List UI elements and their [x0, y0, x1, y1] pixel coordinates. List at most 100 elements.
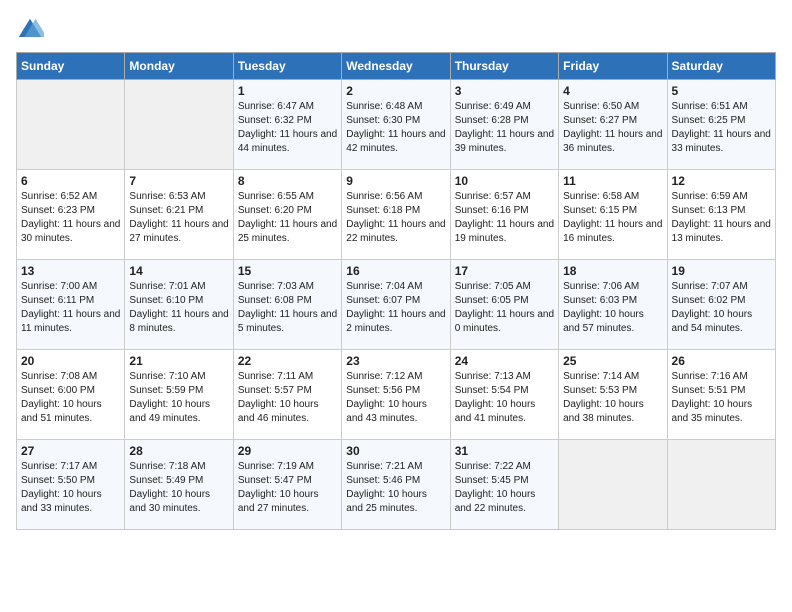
cell-info: Sunset: 6:15 PM: [563, 204, 662, 218]
calendar-cell: 19Sunrise: 7:07 AMSunset: 6:02 PMDayligh…: [667, 260, 775, 350]
calendar-cell: 17Sunrise: 7:05 AMSunset: 6:05 PMDayligh…: [450, 260, 558, 350]
cell-info: Sunrise: 7:11 AM: [238, 370, 337, 384]
cell-info: Sunrise: 7:06 AM: [563, 280, 662, 294]
cell-info: Sunset: 5:45 PM: [455, 474, 554, 488]
cell-info: Sunset: 6:08 PM: [238, 294, 337, 308]
calendar-cell: 26Sunrise: 7:16 AMSunset: 5:51 PMDayligh…: [667, 350, 775, 440]
calendar-cell: 5Sunrise: 6:51 AMSunset: 6:25 PMDaylight…: [667, 80, 775, 170]
cell-info: Sunset: 6:20 PM: [238, 204, 337, 218]
day-number: 8: [238, 174, 337, 188]
day-number: 3: [455, 84, 554, 98]
cell-info: Sunrise: 6:56 AM: [346, 190, 445, 204]
calendar-cell: 6Sunrise: 6:52 AMSunset: 6:23 PMDaylight…: [17, 170, 125, 260]
day-number: 29: [238, 444, 337, 458]
calendar-cell: 24Sunrise: 7:13 AMSunset: 5:54 PMDayligh…: [450, 350, 558, 440]
cell-info: Sunrise: 7:21 AM: [346, 460, 445, 474]
weekday-header: Saturday: [667, 53, 775, 80]
cell-info: Daylight: 11 hours and 39 minutes.: [455, 128, 554, 156]
day-number: 4: [563, 84, 662, 98]
cell-info: Sunset: 6:07 PM: [346, 294, 445, 308]
calendar-cell: 15Sunrise: 7:03 AMSunset: 6:08 PMDayligh…: [233, 260, 341, 350]
cell-info: Sunset: 5:51 PM: [672, 384, 771, 398]
cell-info: Sunrise: 7:00 AM: [21, 280, 120, 294]
calendar-cell: 29 Sunrise: 7:19 AMSunset: 5:47 PMDayligh…: [233, 440, 341, 530]
cell-info: Sunrise: 6:53 AM: [129, 190, 228, 204]
calendar-cell: [17, 80, 125, 170]
calendar: SundayMondayTuesdayWednesdayThursdayFrid…: [16, 52, 776, 530]
cell-info: Daylight: 10 hours and 30 minutes.: [129, 488, 228, 516]
page-header: [16, 16, 776, 44]
day-number: 31: [455, 444, 554, 458]
day-number: 17: [455, 264, 554, 278]
cell-info: Sunrise: 6:58 AM: [563, 190, 662, 204]
calendar-cell: 31Sunrise: 7:22 AMSunset: 5:45 PMDayligh…: [450, 440, 558, 530]
day-number: 15: [238, 264, 337, 278]
cell-info: Daylight: 11 hours and 30 minutes.: [21, 218, 120, 246]
day-number: 9: [346, 174, 445, 188]
cell-info: Sunrise: 7:19 AM: [238, 460, 337, 474]
day-number: 6: [21, 174, 120, 188]
day-number: 25: [563, 354, 662, 368]
cell-info: Daylight: 11 hours and 16 minutes.: [563, 218, 662, 246]
cell-info: Daylight: 11 hours and 11 minutes.: [21, 308, 120, 336]
cell-info: Sunrise: 6:47 AM: [238, 100, 337, 114]
weekday-header: Monday: [125, 53, 233, 80]
weekday-row: SundayMondayTuesdayWednesdayThursdayFrid…: [17, 53, 776, 80]
cell-info: Sunrise: 7:22 AM: [455, 460, 554, 474]
cell-info: Daylight: 11 hours and 19 minutes.: [455, 218, 554, 246]
cell-info: Sunrise: 7:16 AM: [672, 370, 771, 384]
cell-info: Daylight: 10 hours and 57 minutes.: [563, 308, 662, 336]
cell-info: Sunset: 6:21 PM: [129, 204, 228, 218]
calendar-week: 20Sunrise: 7:08 AMSunset: 6:00 PMDayligh…: [17, 350, 776, 440]
cell-info: Sunrise: 7:05 AM: [455, 280, 554, 294]
cell-info: Sunrise: 6:51 AM: [672, 100, 771, 114]
day-number: 30: [346, 444, 445, 458]
cell-info: Daylight: 11 hours and 13 minutes.: [672, 218, 771, 246]
calendar-cell: 30Sunrise: 7:21 AMSunset: 5:46 PMDayligh…: [342, 440, 450, 530]
cell-info: Sunrise: 7:18 AM: [129, 460, 228, 474]
day-number: 27: [21, 444, 120, 458]
cell-info: Sunrise: 6:52 AM: [21, 190, 120, 204]
cell-info: Sunrise: 7:08 AM: [21, 370, 120, 384]
weekday-header: Sunday: [17, 53, 125, 80]
cell-info: Daylight: 10 hours and 54 minutes.: [672, 308, 771, 336]
calendar-week: 1Sunrise: 6:47 AMSunset: 6:32 PMDaylight…: [17, 80, 776, 170]
cell-info: Sunset: 6:27 PM: [563, 114, 662, 128]
cell-info: Daylight: 11 hours and 22 minutes.: [346, 218, 445, 246]
cell-info: Daylight: 11 hours and 33 minutes.: [672, 128, 771, 156]
cell-info: Daylight: 11 hours and 25 minutes.: [238, 218, 337, 246]
calendar-header: SundayMondayTuesdayWednesdayThursdayFrid…: [17, 53, 776, 80]
day-number: 24: [455, 354, 554, 368]
cell-info: Sunset: 6:18 PM: [346, 204, 445, 218]
day-number: 19: [672, 264, 771, 278]
day-number: 21: [129, 354, 228, 368]
calendar-cell: 13Sunrise: 7:00 AMSunset: 6:11 PMDayligh…: [17, 260, 125, 350]
cell-info: Daylight: 10 hours and 27 minutes.: [238, 488, 337, 516]
cell-info: Daylight: 10 hours and 35 minutes.: [672, 398, 771, 426]
day-number: 22: [238, 354, 337, 368]
cell-info: Daylight: 10 hours and 33 minutes.: [21, 488, 120, 516]
weekday-header: Friday: [559, 53, 667, 80]
calendar-cell: 27Sunrise: 7:17 AMSunset: 5:50 PMDayligh…: [17, 440, 125, 530]
cell-info: Sunset: 5:47 PM: [238, 474, 337, 488]
calendar-cell: 11Sunrise: 6:58 AMSunset: 6:15 PMDayligh…: [559, 170, 667, 260]
cell-info: Sunrise: 7:12 AM: [346, 370, 445, 384]
cell-info: Sunset: 6:10 PM: [129, 294, 228, 308]
cell-info: Daylight: 10 hours and 38 minutes.: [563, 398, 662, 426]
cell-info: Sunset: 5:46 PM: [346, 474, 445, 488]
cell-info: Sunrise: 7:17 AM: [21, 460, 120, 474]
cell-info: Daylight: 10 hours and 43 minutes.: [346, 398, 445, 426]
cell-info: Sunrise: 7:10 AM: [129, 370, 228, 384]
day-number: 10: [455, 174, 554, 188]
logo-icon: [16, 16, 44, 44]
calendar-week: 13Sunrise: 7:00 AMSunset: 6:11 PMDayligh…: [17, 260, 776, 350]
cell-info: Daylight: 11 hours and 42 minutes.: [346, 128, 445, 156]
cell-info: Sunset: 6:16 PM: [455, 204, 554, 218]
calendar-cell: 3Sunrise: 6:49 AMSunset: 6:28 PMDaylight…: [450, 80, 558, 170]
weekday-header: Thursday: [450, 53, 558, 80]
cell-info: Sunset: 6:13 PM: [672, 204, 771, 218]
cell-info: Daylight: 11 hours and 36 minutes.: [563, 128, 662, 156]
cell-info: Sunset: 5:49 PM: [129, 474, 228, 488]
cell-info: Sunset: 5:57 PM: [238, 384, 337, 398]
cell-info: Sunrise: 6:55 AM: [238, 190, 337, 204]
